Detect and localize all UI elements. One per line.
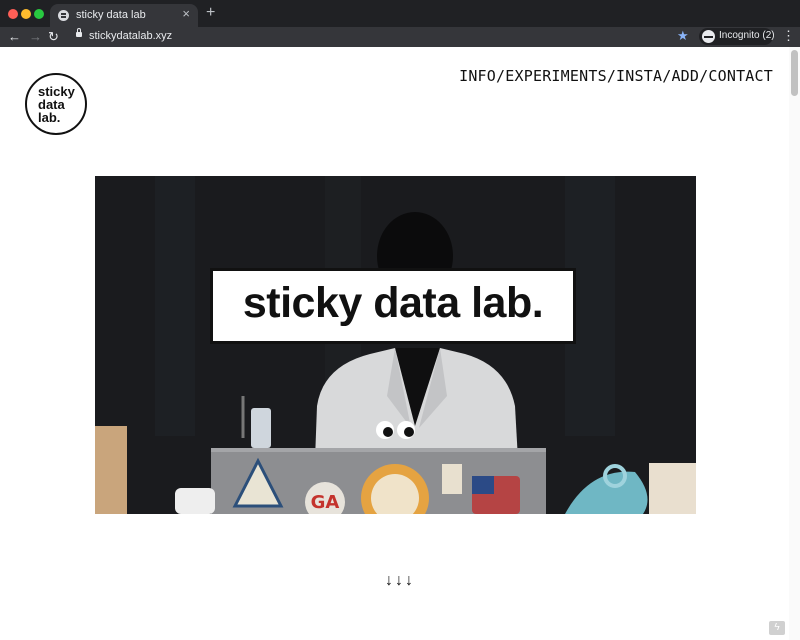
lightning-icon[interactable]: ϟ [769,621,785,635]
incognito-label: Incognito (2) [719,30,775,41]
forward-icon[interactable]: → [29,29,42,44]
nav-separator: / [699,67,709,85]
nav-item-contact[interactable]: CONTACT [708,67,773,85]
close-window-button[interactable] [8,9,18,19]
main-nav: INFO/EXPERIMENTS/INSTA/ADD/CONTACT [459,67,773,85]
hero-title-sign: sticky data lab. [210,268,576,344]
scroll-down-arrows[interactable]: ↓↓↓ [0,572,800,590]
minimize-window-button[interactable] [21,9,31,19]
nav-item-add[interactable]: ADD [671,67,699,85]
hero-scene-illustration: GA [95,176,696,514]
nav-item-info[interactable]: INFO [459,67,496,85]
new-tab-icon[interactable]: + [206,5,215,21]
reload-icon[interactable]: ↻ [48,29,59,44]
scrollbar[interactable] [789,47,800,640]
browser-titlebar: sticky data lab × + [0,0,800,27]
incognito-badge[interactable]: Incognito (2) [699,28,775,45]
star-icon[interactable]: ★ [677,28,689,44]
site-logo[interactable]: sticky data lab. [25,73,87,135]
scrollbar-thumb[interactable] [791,50,798,96]
tab-title: sticky data lab [76,9,146,21]
logo-text: sticky data lab. [38,85,75,124]
tab-close-icon[interactable]: × [182,7,190,21]
nav-item-insta[interactable]: INSTA [616,67,662,85]
back-icon[interactable]: ← [8,29,21,44]
nav-item-experiments[interactable]: EXPERIMENTS [505,67,607,85]
maximize-window-button[interactable] [34,9,44,19]
menu-icon[interactable]: ⋮ [782,28,795,44]
lock-icon[interactable] [76,28,82,37]
nav-separator: / [606,67,617,85]
tab-favicon-icon [58,10,69,21]
logo-line-3: lab. [38,110,61,125]
incognito-icon [702,30,715,43]
address-bar[interactable]: stickydatalab.xyz [89,30,172,42]
browser-toolbar: ← → ↻ stickydatalab.xyz ★ Incognito (2) … [0,27,800,47]
svg-text:GA: GA [311,492,340,513]
nav-separator: / [496,67,506,85]
hero-image: GA sticky data lab. [95,176,696,514]
page-content: sticky data lab. INFO/EXPERIMENTS/INSTA/… [0,47,800,640]
browser-tab[interactable]: sticky data lab × [50,4,198,27]
hero-title: sticky data lab. [242,279,544,327]
